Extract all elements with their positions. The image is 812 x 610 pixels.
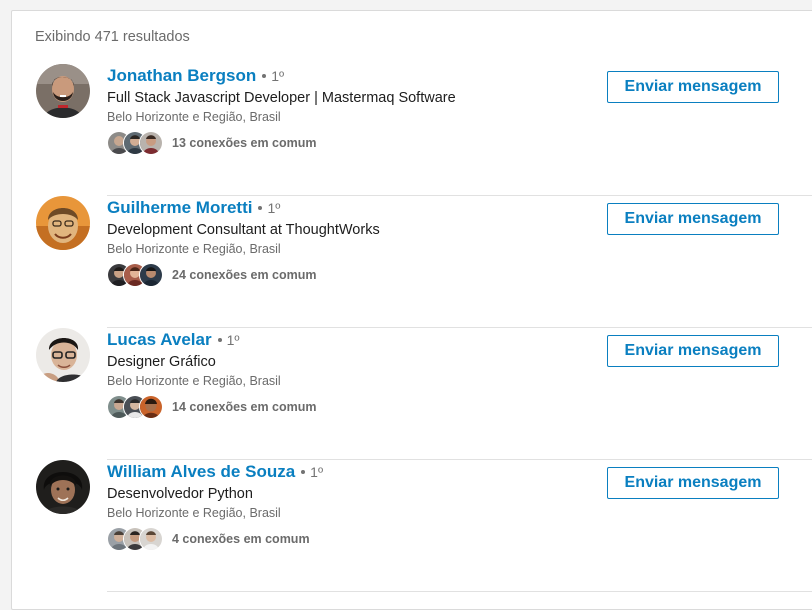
profile-headline: Designer Gráfico bbox=[107, 354, 216, 370]
profile-headline: Development Consultant at ThoughtWorks bbox=[107, 222, 380, 238]
shared-connections-text: 24 conexões em comum bbox=[172, 268, 317, 282]
mini-avatar bbox=[139, 131, 163, 155]
shared-connections-text: 13 conexões em comum bbox=[172, 136, 317, 150]
shared-connections[interactable]: 4 conexões em comum bbox=[107, 526, 310, 552]
connection-degree: 1º bbox=[271, 68, 285, 84]
shared-connections-text: 14 conexões em comum bbox=[172, 400, 317, 414]
shared-connection-avatars bbox=[107, 526, 165, 552]
profile-name-link[interactable]: Jonathan Bergson bbox=[107, 66, 256, 86]
profile-name-link[interactable]: Lucas Avelar bbox=[107, 330, 212, 350]
send-message-button[interactable]: Enviar mensagem bbox=[607, 335, 779, 367]
shared-connections[interactable]: 14 conexões em comum bbox=[107, 394, 317, 420]
profile-headline: Desenvolvedor Python bbox=[107, 486, 253, 502]
mini-avatar bbox=[139, 395, 163, 419]
bullet-separator bbox=[301, 470, 306, 474]
profile-avatar[interactable] bbox=[36, 460, 90, 514]
profile-location: Belo Horizonte e Região, Brasil bbox=[107, 242, 281, 256]
send-message-button[interactable]: Enviar mensagem bbox=[607, 71, 779, 103]
shared-connection-avatars bbox=[107, 262, 165, 288]
shared-connections-text: 4 conexões em comum bbox=[172, 532, 310, 546]
results-count: Exibindo 471 resultados bbox=[35, 29, 190, 45]
profile-name-link[interactable]: Guilherme Moretti bbox=[107, 198, 252, 218]
connection-degree: 1º bbox=[267, 200, 281, 216]
profile-avatar[interactable] bbox=[36, 328, 90, 382]
profile-headline: Full Stack Javascript Developer | Master… bbox=[107, 90, 456, 106]
result-row: Lucas Avelar 1º Designer Gráfico Belo Ho… bbox=[12, 328, 812, 460]
search-results-card: Exibindo 471 resultados Jonathan Bergson… bbox=[11, 10, 812, 610]
name-line: Lucas Avelar 1º bbox=[107, 328, 239, 352]
profile-location: Belo Horizonte e Região, Brasil bbox=[107, 506, 281, 520]
profile-location: Belo Horizonte e Região, Brasil bbox=[107, 374, 281, 388]
shared-connections[interactable]: 24 conexões em comum bbox=[107, 262, 317, 288]
result-row: Jonathan Bergson 1º Full Stack Javascrip… bbox=[12, 64, 812, 196]
bullet-separator bbox=[258, 206, 263, 210]
name-line: Guilherme Moretti 1º bbox=[107, 196, 280, 220]
profile-avatar[interactable] bbox=[36, 196, 90, 250]
profile-avatar[interactable] bbox=[36, 64, 90, 118]
shared-connection-avatars bbox=[107, 394, 165, 420]
connection-degree: 1º bbox=[310, 464, 324, 480]
bullet-separator bbox=[262, 74, 267, 78]
row-divider bbox=[107, 591, 812, 592]
shared-connection-avatars bbox=[107, 130, 165, 156]
result-row: William Alves de Souza 1º Desenvolvedor … bbox=[12, 460, 812, 592]
name-line: Jonathan Bergson 1º bbox=[107, 64, 284, 88]
profile-location: Belo Horizonte e Região, Brasil bbox=[107, 110, 281, 124]
result-row: Guilherme Moretti 1º Development Consult… bbox=[12, 196, 812, 328]
mini-avatar bbox=[139, 263, 163, 287]
name-line: William Alves de Souza 1º bbox=[107, 460, 323, 484]
profile-name-link[interactable]: William Alves de Souza bbox=[107, 462, 295, 482]
mini-avatar bbox=[139, 527, 163, 551]
bullet-separator bbox=[217, 338, 222, 342]
send-message-button[interactable]: Enviar mensagem bbox=[607, 203, 779, 235]
shared-connections[interactable]: 13 conexões em comum bbox=[107, 130, 317, 156]
send-message-button[interactable]: Enviar mensagem bbox=[607, 467, 779, 499]
connection-degree: 1º bbox=[226, 332, 240, 348]
